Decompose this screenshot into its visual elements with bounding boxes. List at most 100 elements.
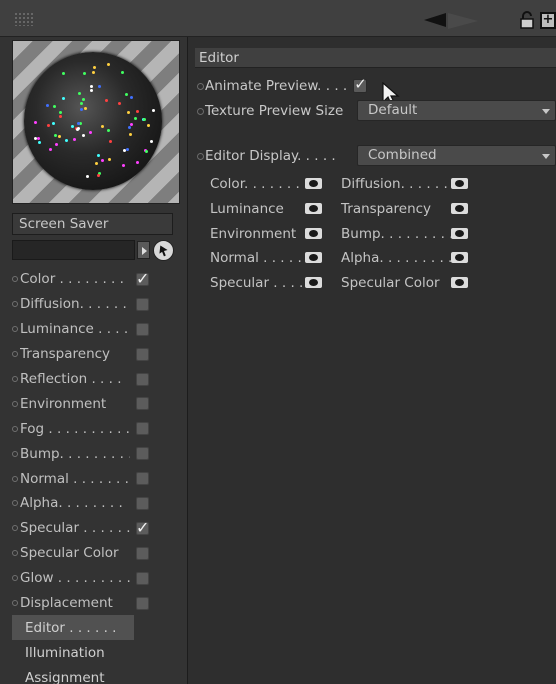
channel-checkbox[interactable]: [136, 397, 149, 411]
editor-display-dot-icon[interactable]: [197, 152, 204, 160]
eye-icon[interactable]: [451, 252, 468, 264]
channel-dot-icon: [12, 301, 18, 308]
channel-checkbox[interactable]: [136, 518, 149, 537]
sparkle: [51, 122, 55, 126]
channel-dot-icon: [12, 475, 18, 482]
channel-checkbox[interactable]: [136, 269, 149, 288]
channel-label: Bump. . . . . . . . .: [20, 445, 130, 462]
eye-icon[interactable]: [451, 227, 468, 239]
channel-item[interactable]: Reflection . . . .: [12, 367, 162, 392]
animate-preview-row: Animate Preview. . . .: [197, 75, 368, 97]
channel-item[interactable]: Glow . . . . . . . . .: [12, 566, 162, 591]
sparkle: [90, 89, 94, 93]
sparkle: [124, 92, 128, 96]
channel-item[interactable]: Fog . . . . . . . . . .: [12, 416, 162, 441]
sparkle: [122, 164, 126, 168]
visibility-label: Color. . . . . . .: [210, 176, 300, 192]
channel-checkbox[interactable]: [136, 571, 149, 585]
pick-icon[interactable]: [153, 240, 174, 261]
visibility-label: Bump. . . . . . . . .: [341, 225, 454, 242]
channel-item[interactable]: Environment: [12, 391, 162, 416]
visibility-label: Normal . . . . .: [210, 250, 302, 267]
texture-dot-icon[interactable]: [197, 107, 204, 115]
channel-checkbox[interactable]: [136, 347, 149, 361]
eye-icon[interactable]: [305, 252, 322, 264]
channel-checkbox[interactable]: [136, 546, 149, 560]
material-name[interactable]: Screen Saver: [12, 213, 173, 235]
page-item[interactable]: Editor . . . . . . . .: [12, 615, 134, 641]
channel-item[interactable]: Displacement: [12, 591, 162, 616]
sparkle: [107, 129, 111, 133]
channel-item[interactable]: Specular . . . . . .: [12, 516, 162, 541]
forward-arrow-icon[interactable]: [448, 13, 478, 29]
eye-icon[interactable]: [451, 277, 468, 289]
visibility-label: Environment: [210, 225, 297, 242]
sparkle: [53, 133, 57, 137]
page-item[interactable]: Illumination: [12, 640, 162, 665]
sparkle: [89, 131, 93, 135]
sparkle: [82, 72, 86, 76]
sparkle: [143, 117, 147, 121]
sparkle: [80, 108, 84, 112]
channel-checkbox[interactable]: [136, 497, 149, 511]
sparkle: [134, 117, 138, 121]
channel-item[interactable]: Bump. . . . . . . . .: [12, 441, 162, 466]
sparkle: [97, 154, 101, 158]
eye-icon[interactable]: [305, 178, 322, 189]
channel-dot-icon: [12, 500, 18, 507]
channel-item[interactable]: Alpha. . . . . . . .: [12, 491, 162, 516]
texture-preview-size-dropdown[interactable]: Default: [357, 100, 556, 121]
channel-item[interactable]: Normal . . . . . . .: [12, 466, 162, 491]
sparkle: [46, 123, 50, 127]
channel-item[interactable]: Diffusion. . . . . .: [12, 292, 162, 317]
grip-icon[interactable]: [14, 12, 34, 26]
channel-checkbox[interactable]: [136, 596, 149, 610]
channel-checkbox[interactable]: [136, 297, 149, 311]
channel-item[interactable]: Luminance . . . .: [12, 317, 162, 342]
eye-icon[interactable]: [305, 202, 322, 214]
visibility-label: Alpha. . . . . . . . .: [341, 250, 453, 267]
sparkle: [101, 158, 105, 162]
sparkle: [77, 92, 81, 96]
channel-checkbox[interactable]: [136, 472, 149, 486]
eye-icon[interactable]: [451, 178, 468, 189]
sparkle: [120, 71, 124, 75]
editor-display-dropdown[interactable]: Combined: [357, 145, 556, 166]
expand-arrow-icon[interactable]: [137, 241, 150, 259]
channel-checkbox[interactable]: [136, 447, 149, 461]
editor-display-label: Editor Display. . . . .: [205, 148, 336, 164]
sparkle: [34, 136, 38, 140]
channel-dot-icon: [12, 550, 18, 557]
eye-icon[interactable]: [451, 202, 468, 214]
sparkle: [106, 63, 110, 67]
lock-icon[interactable]: [520, 11, 534, 29]
channel-checkbox[interactable]: [136, 322, 149, 336]
new-window-icon[interactable]: +: [540, 12, 556, 29]
channel-label: Displacement: [20, 595, 113, 612]
back-arrow-icon[interactable]: [424, 13, 446, 27]
channel-label: Glow . . . . . . . . .: [20, 570, 130, 587]
channel-dot-icon: [12, 326, 18, 333]
animate-dot-icon[interactable]: [197, 82, 204, 90]
channel-item[interactable]: Color . . . . . . . .: [12, 267, 162, 292]
channel-label: Alpha. . . . . . . .: [20, 495, 123, 512]
sparkle: [52, 104, 56, 108]
sparkle: [79, 102, 83, 106]
eye-icon[interactable]: [305, 227, 322, 239]
animate-preview-checkbox[interactable]: [353, 75, 368, 93]
texture-preview-row: Texture Preview Size: [197, 100, 343, 122]
sparkle: [37, 136, 41, 140]
channel-label: Normal . . . . . . .: [20, 470, 129, 487]
sparkle: [86, 174, 90, 178]
channel-checkbox[interactable]: [136, 372, 149, 386]
sparkle: [130, 95, 134, 99]
page-item[interactable]: Assignment: [12, 665, 162, 684]
channel-filter-input[interactable]: [12, 240, 135, 260]
sparkle: [126, 148, 130, 152]
channel-checkbox[interactable]: [136, 422, 149, 436]
channel-item[interactable]: Transparency: [12, 342, 162, 367]
eye-icon[interactable]: [305, 277, 322, 289]
channel-item[interactable]: Specular Color: [12, 541, 162, 566]
material-preview[interactable]: [12, 40, 180, 204]
channel-dot-icon: [12, 351, 18, 358]
